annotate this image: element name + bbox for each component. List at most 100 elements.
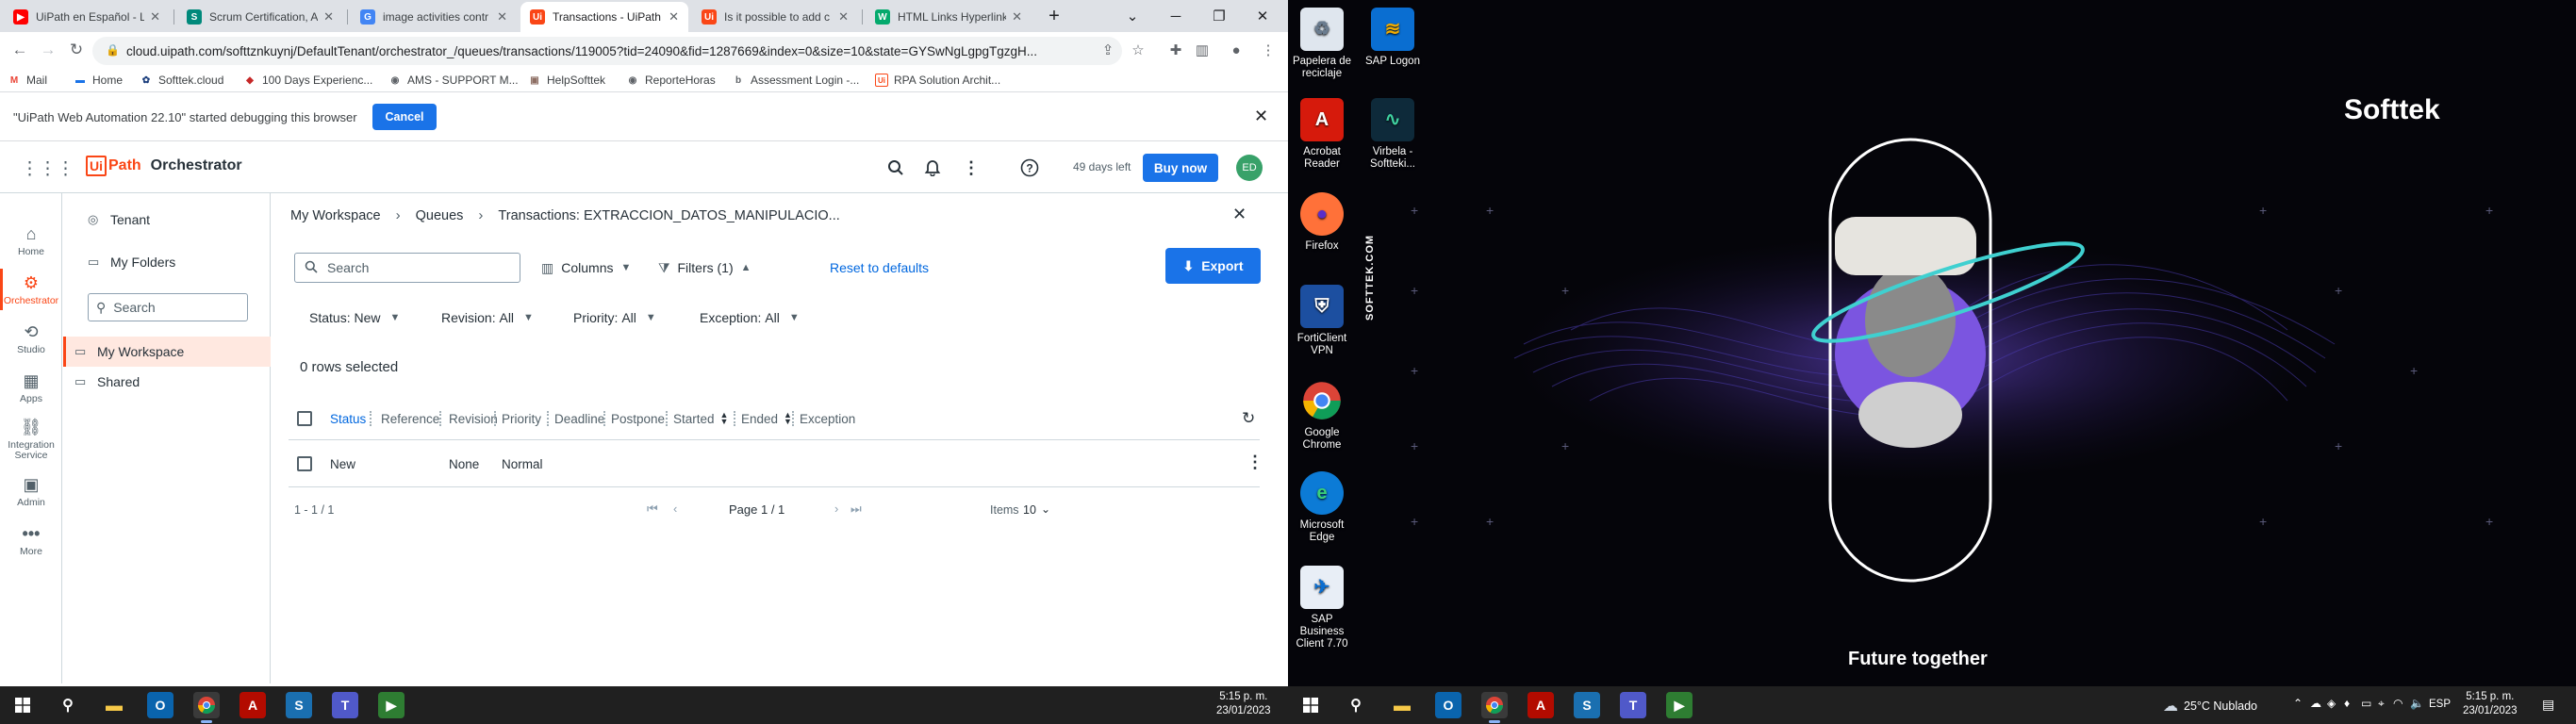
column-exception[interactable]: Exception (800, 397, 855, 440)
chrome-icon[interactable] (1481, 692, 1508, 723)
uipath-assistant-icon[interactable]: ▶ (378, 692, 405, 718)
location-icon[interactable]: ⌖ (2378, 697, 2385, 711)
tenant-item[interactable]: ◎ Tenant (63, 205, 271, 235)
bookmark-100-days[interactable]: ◆ 100 Days Experienc... (243, 72, 372, 89)
reset-to-defaults-link[interactable]: Reset to defaults (830, 253, 929, 283)
tab-is-it-possible[interactable]: Ui Is it possible to add c ✕ (692, 2, 858, 32)
weather-widget[interactable]: ☁ 25°C Nublado (2163, 697, 2257, 716)
user-avatar[interactable]: ED (1236, 155, 1263, 181)
breadcrumb-queues[interactable]: Queues (416, 208, 464, 223)
my-folders-item[interactable]: ▭ My Folders (63, 247, 271, 277)
status-filter[interactable]: Status: New ▼ (309, 306, 400, 329)
first-page-icon[interactable]: ⏮ (647, 502, 658, 517)
desktop-icon-firefox[interactable]: ● Firefox (1290, 192, 1354, 253)
bookmark-star-icon[interactable]: ☆ (1128, 40, 1148, 60)
restore-button[interactable]: ❐ (1197, 0, 1241, 32)
file-explorer-icon[interactable]: ▬ (101, 692, 127, 718)
transactions-search-input[interactable]: Search (294, 253, 520, 283)
items-per-page-select[interactable]: 10 (1023, 503, 1036, 517)
filters-button[interactable]: ⧩ Filters (1) ▲ (658, 253, 751, 283)
close-infobar-icon[interactable]: ✕ (1254, 107, 1268, 126)
desktop-icon-forticlient[interactable]: ⛨ FortiClient VPN (1290, 285, 1354, 357)
close-tab-icon[interactable]: ✕ (1012, 9, 1022, 25)
close-page-icon[interactable]: ✕ (1232, 205, 1247, 224)
desktop-icon-chrome[interactable]: Google Chrome (1290, 379, 1354, 452)
prev-page-icon[interactable]: ‹ (673, 502, 677, 516)
tab-search-icon[interactable]: ⌄ (1111, 0, 1154, 32)
close-tab-icon[interactable]: ✕ (323, 9, 334, 25)
rail-admin[interactable]: ▣ Admin (0, 467, 62, 516)
forward-icon[interactable]: → (36, 38, 60, 62)
close-tab-icon[interactable]: ✕ (497, 9, 507, 25)
search-icon[interactable]: ⚲ (55, 692, 81, 718)
more-options-icon[interactable]: ⋮ (960, 156, 983, 179)
uipath-logo[interactable]: Ui Path Orchestrator (86, 156, 242, 176)
uipath-assistant-icon[interactable]: ▶ (1666, 692, 1693, 718)
battery-icon[interactable]: ▭ (2361, 697, 2371, 710)
row-checkbox[interactable] (297, 456, 312, 471)
folder-search-input[interactable]: ⚲ Search (88, 293, 248, 321)
chevron-up-icon[interactable]: ⌃ (2293, 697, 2303, 710)
close-tab-icon[interactable]: ✕ (838, 9, 849, 25)
columns-button[interactable]: ▥ Columns ▼ (541, 253, 631, 283)
column-priority[interactable]: Priority (502, 397, 541, 440)
bookmark-rpa-solution[interactable]: Ui RPA Solution Archit... (875, 72, 1000, 89)
priority-filter[interactable]: Priority: All ▼ (573, 306, 656, 329)
file-explorer-icon[interactable]: ▬ (1389, 692, 1415, 718)
chrome-menu-icon[interactable]: ⋮ (1258, 40, 1279, 60)
acrobat-icon[interactable]: A (239, 692, 266, 718)
minimize-button[interactable]: ─ (1154, 0, 1197, 32)
clock-right[interactable]: 5:15 p. m. 23/01/2023 (2463, 690, 2518, 718)
column-ended[interactable]: Ended ▲ ▼ (741, 397, 792, 440)
next-page-icon[interactable]: › (834, 502, 838, 516)
search-icon[interactable]: ⚲ (1343, 692, 1369, 718)
desktop-icon-acrobat[interactable]: A Acrobat Reader (1290, 98, 1354, 171)
revision-filter[interactable]: Revision: All ▼ (441, 306, 534, 329)
buy-now-button[interactable]: Buy now (1143, 154, 1218, 182)
bookmark-helpsofttek[interactable]: ▣ HelpSofttek (528, 72, 605, 89)
table-row[interactable]: New None Normal ⋮ (289, 440, 1263, 487)
windows-start-icon[interactable] (9, 692, 36, 718)
chrome-icon[interactable] (193, 692, 220, 723)
rail-more[interactable]: ••• More (0, 516, 62, 565)
tab-html-links[interactable]: W HTML Links Hyperlink ✕ (866, 2, 1032, 32)
close-tab-icon[interactable]: ✕ (669, 9, 679, 25)
close-window-button[interactable]: ✕ (1241, 0, 1284, 32)
folder-item-shared[interactable]: ▭ Shared (63, 367, 271, 397)
bookmark-ams-support[interactable]: ◉ AMS - SUPPORT M... (388, 72, 519, 89)
notifications-bell-icon[interactable] (921, 156, 944, 179)
outlook-icon[interactable]: O (1435, 692, 1461, 718)
bookmark-softtek-cloud[interactable]: ✿ Softtek.cloud (140, 72, 224, 89)
uipath-studio-icon[interactable]: S (1574, 692, 1600, 718)
rail-home[interactable]: ⌂ Home (0, 216, 62, 265)
bookmark-assessment[interactable]: b Assessment Login -... (732, 72, 859, 89)
rail-orchestrator[interactable]: ⚙ Orchestrator (0, 265, 62, 314)
outlook-icon[interactable]: O (147, 692, 173, 718)
row-actions-icon[interactable]: ⋮ (1247, 452, 1263, 472)
desktop-icon-edge[interactable]: e Microsoft Edge (1290, 471, 1354, 544)
teams-tray-icon[interactable]: ◈ (2327, 697, 2336, 710)
address-bar[interactable]: 🔒 cloud.uipath.com/softtznkuynj/DefaultT… (92, 37, 1122, 65)
export-button[interactable]: ⬇ Export (1165, 248, 1261, 284)
exception-filter[interactable]: Exception: All ▼ (700, 306, 800, 329)
windows-start-icon[interactable] (1297, 692, 1324, 718)
wifi-icon[interactable]: ◠ (2393, 697, 2403, 710)
desktop-icon-sap-logon[interactable]: ≋ SAP Logon (1361, 8, 1425, 68)
onedrive-icon[interactable]: ☁ (2310, 697, 2321, 710)
desktop-icon-recycle-bin[interactable]: ♻ Papelera de reciclaje (1290, 8, 1354, 80)
chevron-down-icon[interactable]: ⌄ (1041, 502, 1050, 516)
select-all-checkbox[interactable] (297, 411, 312, 426)
column-revision[interactable]: Revision (449, 397, 498, 440)
microphone-icon[interactable]: ♦ (2344, 697, 2350, 710)
column-reference[interactable]: Reference (381, 397, 439, 440)
desktop-icon-virbela[interactable]: ∿ Virbela - Softteki... (1361, 98, 1425, 171)
column-status[interactable]: Status (330, 397, 366, 440)
column-started[interactable]: Started ▲ ▼ (673, 397, 728, 440)
last-page-icon[interactable]: ⏭ (850, 502, 862, 517)
reload-icon[interactable]: ↻ (64, 38, 89, 62)
column-postpone[interactable]: Postpone (611, 397, 665, 440)
tab-scrum-certification[interactable]: S Scrum Certification, A ✕ (177, 2, 343, 32)
desktop-icon-sap-business-client[interactable]: ✈ SAP Business Client 7.70 (1290, 566, 1354, 650)
column-deadline[interactable]: Deadline (554, 397, 604, 440)
notifications-icon[interactable]: ▤ (2542, 697, 2554, 713)
